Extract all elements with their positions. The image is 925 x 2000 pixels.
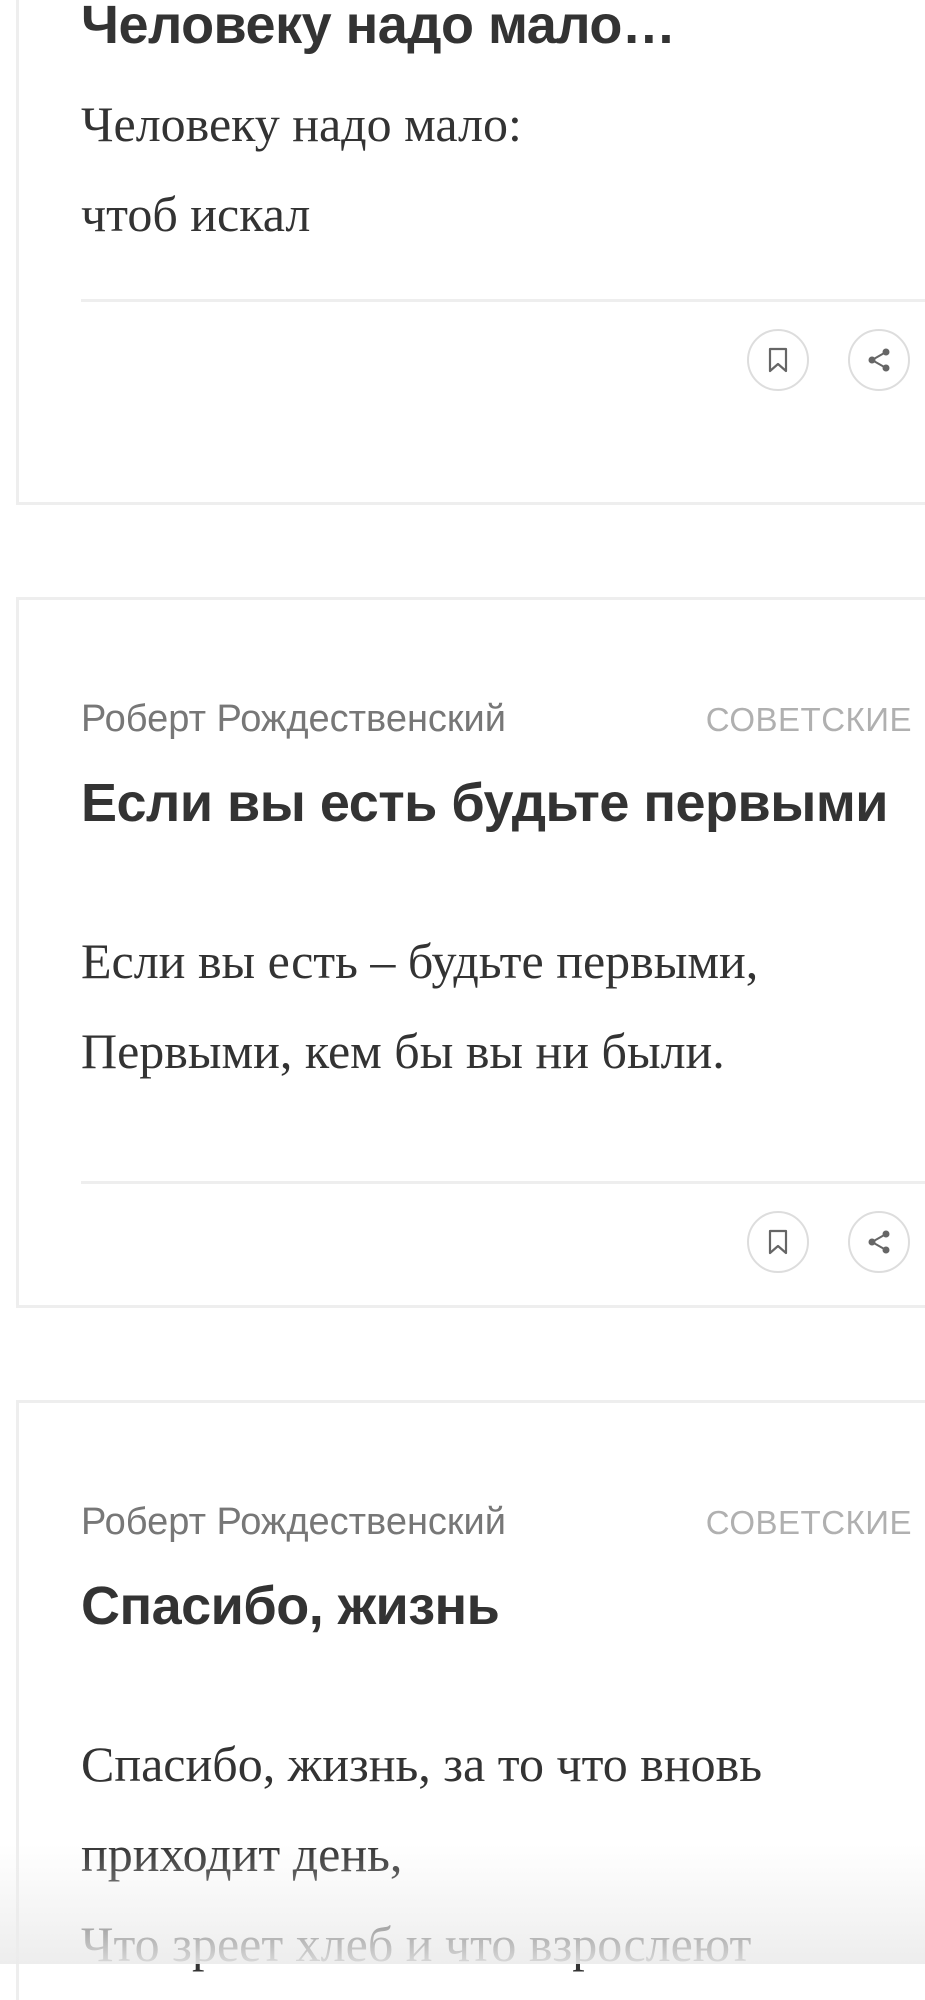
card-meta: Роберт Рождественский СОВЕТСКИЕ: [81, 1501, 912, 1544]
bookmark-icon: [768, 1229, 788, 1255]
category-tag[interactable]: СОВЕТСКИЕ: [706, 701, 912, 739]
bookmark-icon: [768, 347, 788, 373]
share-icon: [868, 1230, 890, 1254]
poem-line: Спасибо, жизнь, за то что вновь: [81, 1736, 763, 1792]
poem-line: Если вы есть – будьте первыми,: [81, 933, 759, 989]
poem-excerpt: Если вы есть – будьте первыми, Первыми, …: [81, 916, 905, 1096]
poem-line: Человеку надо мало:: [81, 96, 522, 152]
poem-title[interactable]: Если вы есть будьте первыми: [81, 772, 905, 834]
card-divider: [81, 1181, 925, 1184]
poem-line: Что зреет хлеб и что взрослеют: [81, 1916, 752, 1972]
poem-title[interactable]: Человеку надо мало…: [81, 0, 905, 56]
author-name[interactable]: Роберт Рождественский: [81, 698, 506, 741]
poem-line: приходит день,: [81, 1826, 403, 1882]
poem-excerpt: Спасибо, жизнь, за то что вновь приходит…: [81, 1719, 905, 1989]
poem-title[interactable]: Спасибо, жизнь: [81, 1575, 905, 1637]
poem-card[interactable]: Роберт Рождественский СОВЕТСКИЕ Спасибо,…: [16, 1400, 925, 2000]
poem-line: чтоб искал: [81, 186, 311, 242]
poem-card[interactable]: Роберт Рождественский СОВЕТСКИЕ Если вы …: [16, 597, 925, 1308]
poem-line: Первыми, кем бы вы ни были.: [81, 1023, 725, 1079]
category-tag[interactable]: СОВЕТСКИЕ: [706, 1504, 912, 1542]
card-meta: Роберт Рождественский СОВЕТСКИЕ: [81, 698, 912, 741]
author-name[interactable]: Роберт Рождественский: [81, 1501, 506, 1544]
card-divider: [81, 299, 925, 302]
bookmark-button[interactable]: [747, 329, 809, 391]
share-icon: [868, 348, 890, 372]
share-button[interactable]: [848, 329, 910, 391]
poem-excerpt: Человеку надо мало: чтоб искал: [81, 79, 905, 259]
bookmark-button[interactable]: [747, 1211, 809, 1273]
poem-card[interactable]: Человеку надо мало… Человеку надо мало: …: [16, 0, 925, 505]
share-button[interactable]: [848, 1211, 910, 1273]
